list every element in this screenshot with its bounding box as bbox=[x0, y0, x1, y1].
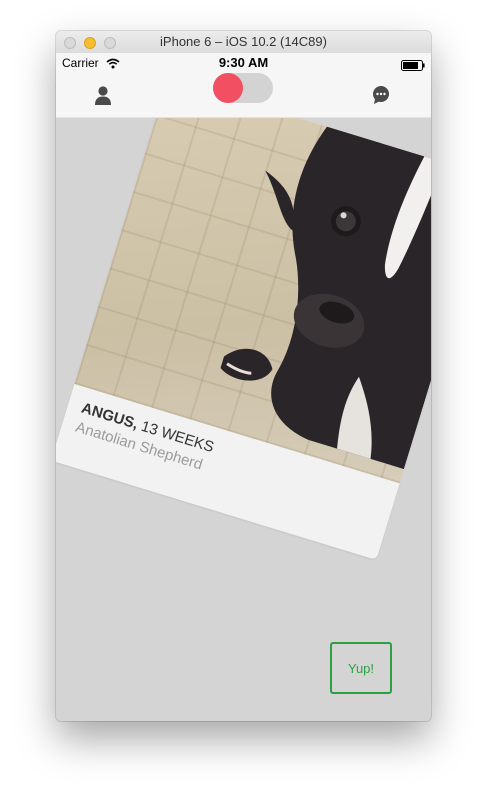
window-titlebar: iPhone 6 – iOS 10.2 (14C89) bbox=[56, 31, 431, 54]
screen: iPhone 6 – iOS 10.2 (14C89) Carrier 9:30… bbox=[0, 0, 487, 801]
chat-bubble-icon bbox=[373, 86, 389, 104]
dog-card[interactable]: ANGUS, 13 WEEKS Anatolian Shepherd bbox=[56, 118, 431, 560]
mode-toggle[interactable] bbox=[213, 73, 273, 103]
simulator-window: iPhone 6 – iOS 10.2 (14C89) Carrier 9:30… bbox=[56, 31, 431, 721]
person-icon bbox=[95, 86, 111, 105]
toggle-knob[interactable] bbox=[213, 73, 243, 103]
status-time: 9:30 AM bbox=[218, 55, 269, 70]
status-bar: Carrier 9:30 AM bbox=[56, 53, 431, 73]
swipe-area: ANGUS, 13 WEEKS Anatolian Shepherd Yup! bbox=[56, 118, 431, 721]
window-title: iPhone 6 – iOS 10.2 (14C89) bbox=[160, 34, 327, 49]
nav-bar bbox=[56, 73, 431, 118]
chat-button[interactable] bbox=[371, 85, 391, 105]
yup-button[interactable]: Yup! bbox=[330, 642, 392, 694]
profile-button[interactable] bbox=[92, 84, 114, 106]
